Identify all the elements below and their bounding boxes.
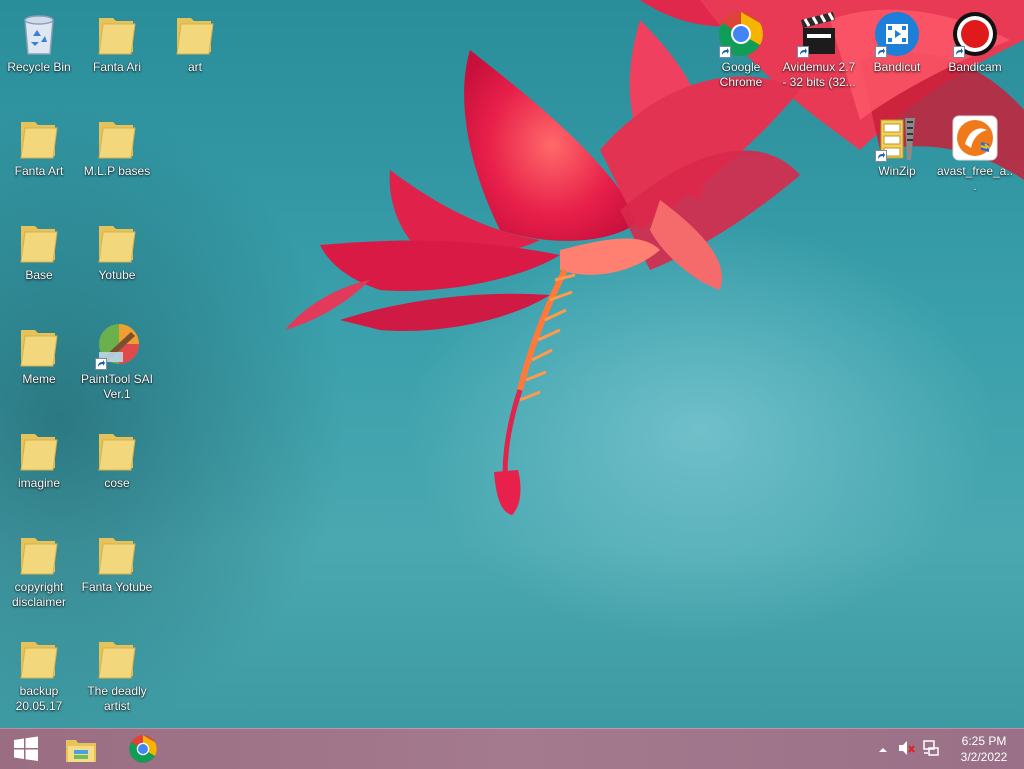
folder-icon [15,322,63,370]
folder-icon [15,218,63,266]
desktop-icon-copyright-disclaimer[interactable]: copyright disclaimer [0,524,78,610]
clock-date: 3/2/2022 [960,750,1008,764]
taskbar-file-explorer-button[interactable] [56,729,106,769]
desktop-icon-label: backup 20.05.17 [15,684,63,713]
desktop-icon-label: PaintTool SAI Ver.1 [80,372,154,401]
desktop-icon-label: art [187,60,202,74]
start-button[interactable] [0,729,52,769]
folder-icon [93,218,141,266]
volume-muted-icon[interactable] [898,740,916,761]
folder-icon [15,634,63,682]
desktop-icon-label: Base [25,268,53,282]
shortcut-arrow-icon [875,46,887,58]
desktop-icon-label: copyright disclaimer [11,580,66,609]
desktop-icon-yotube[interactable]: Yotube [78,212,156,283]
desktop-icon-label: avast_free_a... [936,164,1014,193]
shortcut-arrow-icon [875,150,887,162]
folder-icon [93,426,141,474]
system-tray: 6:25 PM 3/2/2022 [864,729,1024,769]
file-explorer-icon [66,740,96,762]
desktop-icon-label: Bandicut [873,60,921,74]
shortcut-arrow-icon [953,46,965,58]
desktop-icon-painttool-sai[interactable]: PaintTool SAI Ver.1 [78,316,156,402]
taskbar-chrome-button[interactable] [118,729,168,769]
desktop-icon-label: The deadly artist [87,684,147,713]
chrome-icon [129,735,157,763]
desktop-icon-label: cose [104,476,130,490]
desktop-icon-fanta-art[interactable]: Fanta Art [0,108,78,179]
desktop-icon-label: Recycle Bin [7,60,71,74]
desktop-icon-the-deadly-artist[interactable]: The deadly artist [78,628,156,714]
folder-icon [15,426,63,474]
folder-icon [93,114,141,162]
desktop-icon-recycle-bin[interactable]: Recycle Bin [0,4,78,75]
folder-icon [93,634,141,682]
desktop-icon-mlp-bases[interactable]: M.L.P bases [78,108,156,179]
avast-icon [951,114,999,162]
chrome-icon [717,10,765,58]
desktop-icon-bandicam[interactable]: Bandicam [936,4,1014,75]
shortcut-arrow-icon [797,46,809,58]
avidemux-icon [795,10,843,58]
desktop[interactable]: Recycle Bin Fanta Ari art Fanta Art M.L.… [0,0,1024,728]
folder-icon [15,530,63,578]
bandicam-icon [951,10,999,58]
desktop-icon-avast-free[interactable]: avast_free_a... [936,108,1014,194]
folder-icon [171,10,219,58]
desktop-icon-meme[interactable]: Meme [0,316,78,387]
shortcut-arrow-icon [719,46,731,58]
windows-start-icon [14,736,38,761]
desktop-icon-label: Google Chrome [719,60,763,89]
desktop-icon-label: Fanta Ari [92,60,142,74]
folder-icon [93,10,141,58]
desktop-icon-fanta-ari[interactable]: Fanta Ari [78,4,156,75]
desktop-icon-label: Meme [22,372,56,386]
folder-icon [93,530,141,578]
winzip-icon [873,114,921,162]
desktop-icon-bandicut[interactable]: Bandicut [858,4,936,75]
desktop-icon-base[interactable]: Base [0,212,78,283]
desktop-icon-label: Fanta Yotube [81,580,153,594]
desktop-icon-label: Bandicam [948,60,1002,74]
desktop-icon-cose[interactable]: cose [78,420,156,491]
desktop-icon-label: Fanta Art [14,164,64,178]
desktop-icon-label: Yotube [98,268,136,282]
desktop-icon-label: imagine [17,476,61,490]
desktop-icon-avidemux[interactable]: Avidemux 2.7 - 32 bits (32... [780,4,858,90]
desktop-icon-winzip[interactable]: WinZip [858,108,936,179]
desktop-icon-fanta-yotube[interactable]: Fanta Yotube [78,524,156,595]
bandicut-icon [873,10,921,58]
desktop-icon-art[interactable]: art [156,4,234,75]
show-hidden-icons-icon[interactable] [878,742,888,760]
desktop-icon-label: WinZip [878,164,916,178]
desktop-icon-backup[interactable]: backup 20.05.17 [0,628,78,714]
desktop-icon-imagine[interactable]: imagine [0,420,78,491]
painttool-sai-icon [93,322,141,370]
desktop-icon-label: Avidemux 2.7 - 32 bits (32... [782,60,856,89]
desktop-icon-google-chrome[interactable]: Google Chrome [702,4,780,90]
recycle-bin-icon [15,10,63,58]
desktop-icon-label: M.L.P bases [83,164,151,178]
shortcut-arrow-icon [95,358,107,370]
clock-time: 6:25 PM [961,734,1007,748]
network-icon[interactable] [922,739,940,762]
folder-icon [15,114,63,162]
taskbar-clock[interactable]: 6:25 PM 3/2/2022 [952,733,1016,765]
taskbar: 6:25 PM 3/2/2022 [0,728,1024,769]
